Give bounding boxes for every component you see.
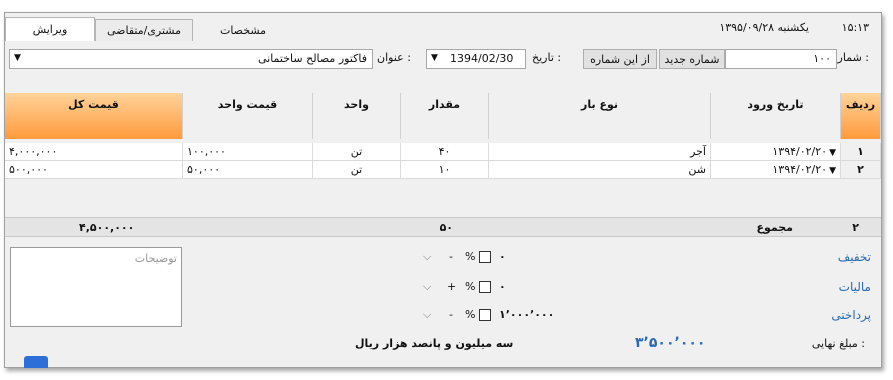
tab-edit[interactable]: ویرایش [5, 17, 95, 41]
chevron-down-icon[interactable]: ▼ [431, 53, 438, 63]
current-date: یکشنبه ۱۳۹۵/۰۹/۲۸ [719, 21, 809, 34]
tax-label: مالیات [838, 280, 871, 294]
row-type[interactable]: شن [489, 161, 711, 179]
payment-percent: % [465, 308, 476, 321]
discount-percent: % [465, 250, 476, 263]
row-unit[interactable]: تن [313, 161, 401, 179]
row-total[interactable]: ۵۰۰,۰۰۰ [5, 161, 183, 179]
discount-row: ⌵ - % ۰ تخفیف [415, 247, 881, 269]
summary-qty-total: ۵۰ [439, 221, 453, 234]
new-number-button[interactable]: شماره جدید [659, 49, 725, 69]
summary-count: ۲ [852, 221, 859, 234]
col-header-total[interactable]: قیمت کل [5, 93, 183, 139]
date-value: 1394/02/30 [450, 52, 514, 65]
col-header-unit[interactable]: واحد [313, 93, 401, 139]
notes-placeholder: توضیحات [134, 252, 177, 265]
tax-sign[interactable]: + [447, 280, 456, 293]
top-bar: ۱۵:۱۳ یکشنبه ۱۳۹۵/۰۹/۲۸ ویرایش مشتری/متق… [5, 13, 881, 41]
title-field[interactable]: فاکتور مصالح ساختمانی ▼ [9, 49, 373, 69]
number-label: شماره : [831, 51, 869, 64]
table-row[interactable]: ۱ ۱۳۹۴/۰۲/۲۰ ▼ آجر ۴۰ تن ۱۰۰,۰۰۰ ۴,۰۰۰,۰۰… [5, 143, 881, 161]
payment-row: ⌵ - % ۱٬۰۰۰٬۰۰۰ پرداختی [415, 305, 881, 327]
tax-row: ⌵ + % ۰ مالیات [415, 277, 881, 299]
table-row[interactable]: ۲ ۱۳۹۴/۰۲/۲۰ ▼ شن ۱۰ تن ۵۰,۰۰۰ ۵۰۰,۰۰۰ [5, 161, 881, 179]
payment-label: پرداختی [831, 308, 871, 322]
chevron-down-icon[interactable]: ▼ [829, 148, 836, 158]
tax-value[interactable]: ۰ [499, 280, 506, 293]
row-type[interactable]: آجر [489, 143, 711, 161]
row-date[interactable]: ۱۳۹۴/۰۲/۲۰ ▼ [711, 161, 841, 179]
col-header-unit-price[interactable]: قیمت واحد [183, 93, 313, 139]
row-number: ۲ [841, 161, 881, 179]
summary-label: مجموع [756, 221, 793, 234]
form-row: شماره : ۱۰۰ شماره جدید از این شماره تاری… [5, 45, 881, 89]
row-date[interactable]: ۱۳۹۴/۰۲/۲۰ ▼ [711, 143, 841, 161]
final-amount-value: ۳٬۵۰۰٬۰۰۰ [635, 335, 706, 351]
tab-specs[interactable]: مشخصات [193, 19, 293, 41]
payment-sign[interactable]: - [449, 308, 453, 321]
final-amount-bar: مبلغ نهایی : ۳٬۵۰۰٬۰۰۰ سه میلیون و پانصد… [5, 331, 881, 359]
chevron-down-icon[interactable]: ⌵ [423, 250, 431, 264]
discount-sign[interactable]: - [449, 250, 453, 263]
tax-checkbox[interactable] [479, 281, 491, 293]
clock: ۱۵:۱۳ [841, 21, 869, 34]
discount-value[interactable]: ۰ [499, 250, 506, 263]
title-value: فاکتور مصالح ساختمانی [257, 52, 367, 65]
invoice-window: ۱۵:۱۳ یکشنبه ۱۳۹۵/۰۹/۲۸ ویرایش مشتری/متق… [4, 12, 882, 368]
row-qty[interactable]: ۱۰ [401, 161, 489, 179]
taskbar-icon [24, 356, 48, 368]
notes-textarea[interactable]: توضیحات [10, 247, 182, 327]
discount-checkbox[interactable] [479, 251, 491, 263]
row-number: ۱ [841, 143, 881, 161]
final-amount-label: مبلغ نهایی : [811, 337, 865, 350]
title-label: عنوان : [377, 51, 411, 64]
col-header-date[interactable]: تاریخ ورود [711, 93, 841, 139]
summary-row: ۲ مجموع ۵۰ ۴,۵۰۰,۰۰۰ [5, 217, 881, 237]
row-qty[interactable]: ۴۰ [401, 143, 489, 161]
payment-checkbox[interactable] [479, 309, 491, 321]
summary-grand-total: ۴,۵۰۰,۰۰۰ [79, 221, 135, 234]
row-unit-price[interactable]: ۱۰۰,۰۰۰ [183, 143, 313, 161]
number-field[interactable]: ۱۰۰ [725, 49, 837, 69]
chevron-down-icon[interactable]: ▼ [14, 53, 21, 63]
row-date-value: ۱۳۹۴/۰۲/۲۰ [772, 145, 828, 158]
row-unit-price[interactable]: ۵۰,۰۰۰ [183, 161, 313, 179]
chevron-down-icon[interactable]: ▼ [829, 166, 836, 176]
date-label: تاریخ : [532, 51, 562, 64]
discount-label: تخفیف [837, 250, 871, 264]
row-date-value: ۱۳۹۴/۰۲/۲۰ [772, 163, 828, 176]
invoice-grid: ردیف تاریخ ورود نوع بار مقدار واحد قیمت … [5, 93, 881, 217]
chevron-down-icon[interactable]: ⌵ [423, 280, 431, 294]
col-header-qty[interactable]: مقدار [401, 93, 489, 139]
row-unit[interactable]: تن [313, 143, 401, 161]
date-field[interactable]: ▼ 1394/02/30 [426, 49, 526, 69]
final-amount-words: سه میلیون و پانصد هزار ریال [355, 337, 514, 350]
row-total[interactable]: ۴,۰۰۰,۰۰۰ [5, 143, 183, 161]
from-this-number-button[interactable]: از این شماره [583, 49, 657, 69]
chevron-down-icon[interactable]: ⌵ [423, 308, 431, 322]
payment-value[interactable]: ۱٬۰۰۰٬۰۰۰ [499, 308, 554, 321]
tax-percent: % [465, 280, 476, 293]
tab-customer[interactable]: مشتری/متقاضی [95, 19, 193, 41]
col-header-row[interactable]: ردیف [841, 93, 881, 139]
col-header-type[interactable]: نوع بار [489, 93, 711, 139]
tab-strip: ویرایش مشتری/متقاضی مشخصات [5, 17, 293, 41]
